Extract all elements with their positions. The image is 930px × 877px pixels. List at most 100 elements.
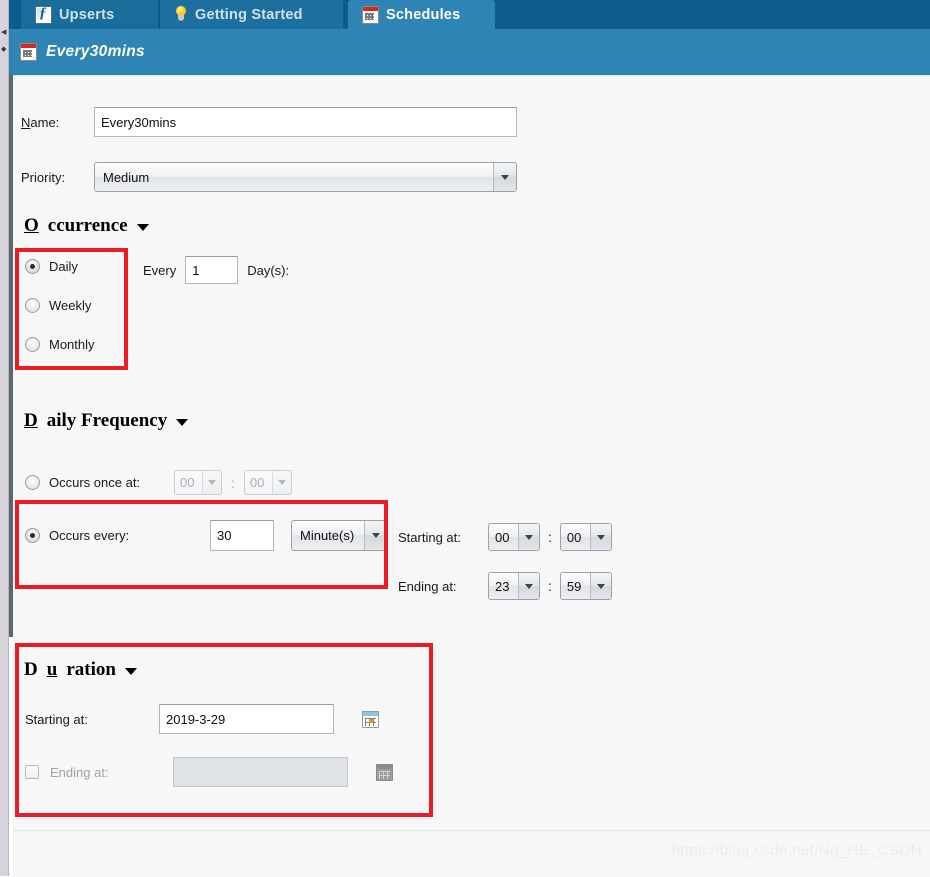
frequency-starting-minute-value: 00 (566, 529, 582, 545)
occurs-every-label: Occurs every: (49, 528, 130, 543)
radio-daily[interactable] (25, 259, 40, 274)
occurrence-unit-label: Day(s): (247, 262, 290, 278)
daily-frequency-title: Daily Frequency (24, 410, 189, 432)
frequency-ending-time-separator: : (548, 578, 552, 594)
schedule-form-panel: Name: Every30mins Priority: Medium Occur… (13, 75, 930, 877)
chevron-down-icon[interactable] (364, 521, 387, 550)
duration-title-pre: D (24, 659, 38, 680)
occurs-every-row: Occurs every: 30 Minute(s) (25, 520, 388, 551)
daily-frequency-title-accel: D (24, 410, 38, 431)
tab-strip: Upserts Getting Started Schedules (9, 0, 930, 29)
frequency-ending-at-label: Ending at: (398, 578, 457, 594)
tab-divider (344, 3, 345, 26)
occurs-every-unit-value: Minute(s) (300, 528, 355, 543)
duration-ending-at-label: Ending at: (50, 764, 109, 780)
priority-label: Priority: (21, 169, 66, 185)
occurrence-every-input[interactable]: 1 (185, 256, 239, 284)
occurs-every-input[interactable]: 30 (210, 520, 274, 551)
duration-title: Du ration (24, 659, 137, 681)
radio-daily-label: Daily (49, 259, 78, 274)
frequency-starting-hour-value: 00 (495, 529, 510, 545)
tab-schedules[interactable]: Schedules (348, 0, 495, 29)
frequency-ending-at-row: Ending at: 23 : 59 (398, 572, 612, 600)
tab-upserts-label: Upserts (59, 6, 115, 23)
left-collapsed-panel-rail[interactable]: ◀ ◆ (0, 0, 9, 876)
occurs-every-value: 30 (217, 528, 232, 543)
calendar-picker-icon[interactable] (361, 709, 381, 729)
calendar-header (376, 764, 393, 769)
occurrence-title-accel: O (24, 215, 39, 236)
occurrence-option-weekly[interactable]: Weekly (25, 298, 91, 313)
chevron-down-icon[interactable] (589, 524, 611, 550)
tab-upserts[interactable]: Upserts (21, 0, 158, 29)
frequency-starting-minute-select[interactable]: 00 (559, 523, 612, 551)
tab-getting-started-label: Getting Started (195, 6, 303, 23)
radio-monthly[interactable] (25, 337, 40, 352)
frequency-ending-minute-value: 59 (566, 578, 582, 594)
frequency-starting-at-row: Starting at: 00 : 00 (398, 523, 612, 551)
occurrence-option-monthly[interactable]: Monthly (25, 337, 95, 352)
radio-monthly-label: Monthly (49, 337, 95, 352)
name-label-rest: ame: (30, 114, 60, 130)
name-label-accel: N (21, 114, 31, 130)
occurrence-every-label: Every (143, 262, 177, 278)
occurs-every-unit-select[interactable]: Minute(s) (291, 520, 388, 551)
chevron-down-icon[interactable] (271, 471, 291, 494)
calendar-icon (362, 5, 379, 24)
rail-collapse-arrow-bottom[interactable]: ◆ (1, 46, 7, 53)
occurs-once-row: Occurs once at: 00 : 00 (25, 470, 292, 495)
chevron-down-icon[interactable] (124, 668, 137, 675)
duration-starting-at-label: Starting at: (25, 711, 88, 727)
occurrence-every-row: Every 1 Day(s): (143, 256, 289, 284)
duration-starting-at-input[interactable]: 2019-3-29 (159, 704, 334, 734)
chevron-down-icon[interactable] (202, 471, 221, 494)
duration-ending-at-checkbox[interactable] (25, 765, 39, 779)
occurrence-option-daily[interactable]: Daily (25, 259, 78, 274)
chevron-down-icon[interactable] (493, 163, 516, 191)
duration-starting-at-row: Starting at: 2019-3-29 (25, 704, 381, 734)
frequency-starting-hour-select[interactable]: 00 (488, 523, 540, 551)
duration-ending-at-input (173, 757, 348, 787)
occurs-once-hour-value: 00 (180, 475, 195, 490)
radio-weekly[interactable] (25, 298, 40, 313)
occurrence-section-header[interactable]: Occurrence (24, 215, 149, 237)
chevron-down-icon[interactable] (518, 573, 539, 599)
page-title: Every30mins (46, 43, 145, 60)
priority-select-value: Medium (103, 169, 150, 185)
name-label: Name: (21, 115, 94, 130)
document-f-icon (35, 5, 52, 24)
priority-select[interactable]: Medium (94, 162, 517, 192)
page-header: Every30mins (9, 29, 930, 75)
frequency-ending-minute-select[interactable]: 59 (559, 572, 612, 600)
chevron-down-icon[interactable] (176, 419, 189, 426)
lightbulb-icon (174, 6, 188, 23)
content-bottom-divider (13, 830, 930, 831)
frequency-starting-time-separator: : (548, 529, 552, 545)
radio-occurs-once[interactable] (25, 475, 40, 490)
name-field-row: Name: Every30mins (21, 107, 517, 137)
frequency-ending-hour-select[interactable]: 23 (488, 572, 540, 600)
chevron-down-icon[interactable] (136, 224, 149, 231)
radio-weekly-label: Weekly (49, 298, 92, 313)
tab-schedules-label: Schedules (386, 6, 461, 23)
tab-getting-started[interactable]: Getting Started (160, 0, 343, 29)
name-input[interactable]: Every30mins (94, 107, 517, 137)
rail-collapse-arrow-top[interactable]: ◀ (1, 29, 7, 36)
frequency-starting-at-label: Starting at: (398, 529, 461, 545)
occurs-once-time-separator: : (231, 474, 235, 491)
occurrence-every-value: 1 (192, 262, 200, 278)
priority-field-row: Priority: Medium (21, 162, 517, 192)
chevron-down-icon[interactable] (518, 524, 539, 550)
duration-starting-at-value: 2019-3-29 (166, 711, 226, 727)
occurs-once-hour-select[interactable]: 00 (174, 470, 222, 495)
radio-occurs-every[interactable] (25, 528, 40, 543)
calendar-picker-icon-disabled (375, 762, 395, 782)
frequency-ending-hour-value: 23 (495, 578, 510, 594)
chevron-down-icon[interactable] (589, 573, 611, 599)
occurrence-title-rest: ccurrence (47, 215, 128, 236)
duration-section-header[interactable]: Du ration (24, 659, 137, 681)
occurs-once-minute-select[interactable]: 00 (243, 470, 292, 495)
occurs-once-label: Occurs once at: (49, 475, 141, 490)
calendar-grid (379, 771, 390, 779)
daily-frequency-section-header[interactable]: Daily Frequency (24, 410, 189, 432)
